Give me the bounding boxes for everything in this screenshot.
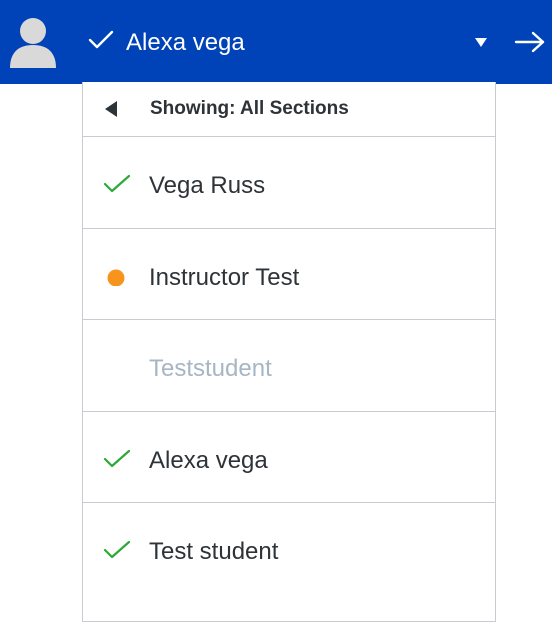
list-item[interactable]: Alexa vega bbox=[83, 412, 495, 503]
list-item[interactable]: Instructor Test bbox=[83, 229, 495, 320]
orange-dot-icon bbox=[107, 269, 125, 286]
student-dropdown-menu: Showing: All Sections Vega Russ Instruct… bbox=[82, 82, 496, 622]
caret-down-icon[interactable] bbox=[470, 31, 492, 53]
checkmark-icon bbox=[103, 174, 131, 193]
section-filter-label: Showing: All Sections bbox=[150, 98, 349, 119]
student-list: Vega Russ Instructor Test Teststudent Al… bbox=[83, 137, 495, 595]
list-item[interactable]: Test student bbox=[83, 503, 495, 595]
student-name: Test student bbox=[149, 538, 279, 565]
list-item[interactable]: Vega Russ bbox=[83, 137, 495, 229]
checkmark-icon bbox=[103, 449, 131, 467]
user-avatar-icon[interactable] bbox=[9, 16, 57, 68]
student-name: Instructor Test bbox=[149, 263, 300, 291]
arrow-right-icon[interactable] bbox=[514, 30, 546, 54]
section-filter-header[interactable]: Showing: All Sections bbox=[83, 82, 495, 137]
triangle-left-icon[interactable] bbox=[103, 100, 119, 118]
current-student-name[interactable]: Alexa vega bbox=[126, 26, 245, 60]
student-name: Vega Russ bbox=[149, 172, 266, 199]
student-name: Alexa vega bbox=[149, 446, 268, 474]
student-name: Teststudent bbox=[149, 355, 272, 382]
top-bar: Alexa vega bbox=[0, 0, 552, 84]
checkmark-icon bbox=[88, 30, 114, 49]
checkmark-icon bbox=[103, 540, 131, 559]
list-item[interactable]: Teststudent bbox=[83, 320, 495, 412]
